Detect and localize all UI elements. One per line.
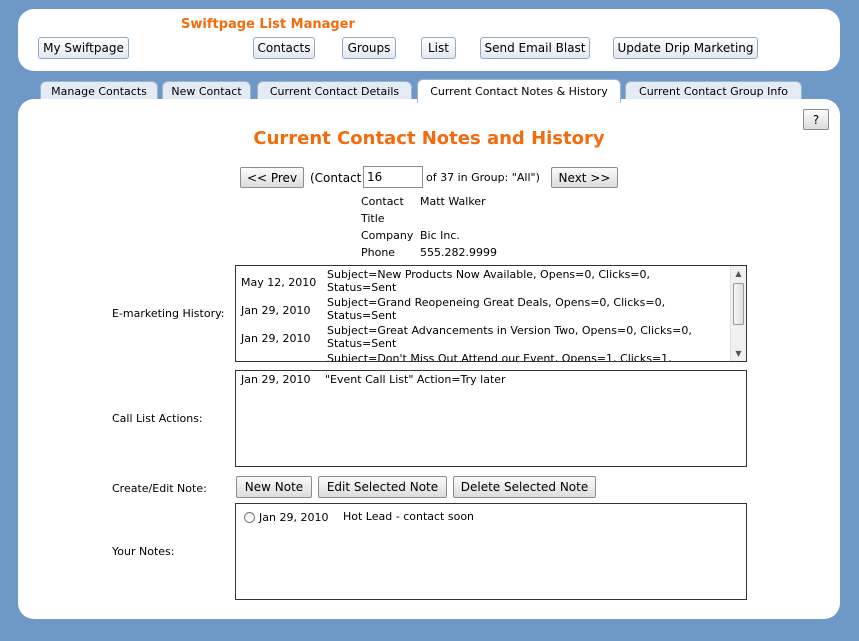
update-drip-marketing-button[interactable]: Update Drip Marketing	[613, 37, 758, 59]
history-date: May 12, 2010	[241, 276, 317, 289]
history-subject: Subject=Great Advancements in Version Tw…	[327, 324, 692, 350]
title-label: Title	[361, 212, 385, 225]
history-subject: Subject=New Products Now Available, Open…	[327, 268, 651, 294]
call-list-actions-label: Call List Actions:	[112, 412, 203, 425]
send-email-blast-button[interactable]: Send Email Blast	[480, 37, 590, 59]
call-list-actions-list[interactable]: Jan 29, 2010 "Event Call List" Action=Tr…	[235, 370, 747, 467]
delete-selected-note-button[interactable]: Delete Selected Note	[453, 476, 596, 498]
history-subject: Subject=Don't Miss Out Attend our Event,…	[327, 352, 672, 362]
note-text: Hot Lead - contact soon	[343, 509, 475, 523]
history-date: Jan 29, 2010	[241, 304, 311, 317]
contact-label: Contact	[361, 195, 404, 208]
list-item[interactable]: Jan 29, 2010 Hot Lead - contact soon	[244, 509, 475, 524]
app-title: Swiftpage List Manager	[181, 17, 355, 32]
company-label: Company	[361, 229, 414, 242]
create-edit-note-label: Create/Edit Note:	[112, 482, 207, 495]
contact-position-prefix: (Contact	[310, 171, 362, 185]
call-date: Jan 29, 2010	[241, 373, 311, 386]
contact-position-suffix: of 37 in Group: "All")	[426, 171, 540, 184]
history-subject: Subject=Grand Reopeneing Great Deals, Op…	[327, 296, 666, 322]
phone-value: 555.282.9999	[420, 246, 497, 259]
call-action: "Event Call List" Action=Try later	[325, 373, 506, 386]
list-item[interactable]: Subject=Don't Miss Out Attend our Event,…	[241, 352, 707, 362]
my-swiftpage-button[interactable]: My Swiftpage	[38, 37, 129, 59]
your-notes-list[interactable]: Jan 29, 2010 Hot Lead - contact soon	[235, 503, 747, 600]
prev-contact-button[interactable]: << Prev	[240, 167, 304, 188]
note-date: Jan 29, 2010	[259, 511, 329, 524]
tab-new-contact[interactable]: New Contact	[162, 81, 251, 101]
tab-manage-contacts[interactable]: Manage Contacts	[40, 81, 158, 101]
tab-current-contact-group-info[interactable]: Current Contact Group Info	[625, 81, 802, 101]
contact-name-value: Matt Walker	[420, 195, 486, 208]
emarketing-scrollbar[interactable]: ▲ ▼	[730, 266, 746, 361]
history-date	[241, 352, 327, 361]
emarketing-history-list[interactable]: May 12, 2010 Subject=New Products Now Av…	[235, 265, 747, 362]
emarketing-history-label: E-marketing History:	[112, 307, 225, 320]
list-item[interactable]: Jan 29, 2010 "Event Call List" Action=Tr…	[241, 373, 506, 386]
phone-label: Phone	[361, 246, 396, 259]
list-item[interactable]: Jan 29, 2010 Subject=Great Advancements …	[241, 324, 707, 350]
your-notes-label: Your Notes:	[112, 545, 175, 558]
scroll-down-icon[interactable]: ▼	[731, 346, 746, 361]
note-select-radio[interactable]	[244, 512, 255, 523]
new-note-button[interactable]: New Note	[236, 476, 312, 498]
contacts-button[interactable]: Contacts	[253, 37, 315, 59]
edit-selected-note-button[interactable]: Edit Selected Note	[318, 476, 447, 498]
list-item[interactable]: May 12, 2010 Subject=New Products Now Av…	[241, 268, 707, 294]
groups-button[interactable]: Groups	[342, 37, 396, 59]
scroll-thumb[interactable]	[733, 283, 744, 325]
tab-current-contact-details[interactable]: Current Contact Details	[257, 81, 412, 101]
list-button[interactable]: List	[421, 37, 456, 59]
history-date: Jan 29, 2010	[241, 332, 311, 345]
page-title: Current Contact Notes and History	[253, 128, 605, 149]
top-navigation-bar: Swiftpage List Manager My Swiftpage Cont…	[18, 9, 840, 71]
help-button[interactable]: ?	[803, 109, 829, 130]
contact-number-input[interactable]	[363, 166, 423, 188]
content-panel: ? Current Contact Notes and History << P…	[18, 99, 840, 619]
company-value: Bic Inc.	[420, 229, 460, 242]
list-item[interactable]: Jan 29, 2010 Subject=Grand Reopeneing Gr…	[241, 296, 707, 322]
scroll-up-icon[interactable]: ▲	[731, 266, 746, 281]
tab-current-contact-notes-history[interactable]: Current Contact Notes & History	[417, 79, 621, 103]
next-contact-button[interactable]: Next >>	[551, 167, 618, 188]
